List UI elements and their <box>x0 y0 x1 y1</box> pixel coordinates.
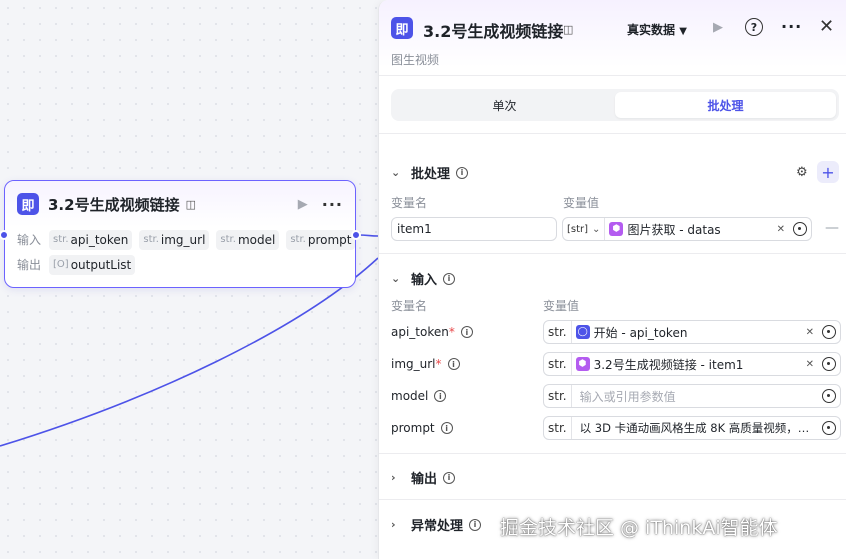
batch-item-value-field[interactable]: [str] ⌄ ⬢ 图片获取 - datas ✕ <box>562 217 812 241</box>
tab-single[interactable]: 单次 <box>394 92 615 118</box>
info-icon: i <box>443 272 456 285</box>
col-value-label: 变量值 <box>543 299 580 313</box>
run-icon[interactable]: ▶ <box>298 197 308 212</box>
img-url-field[interactable]: str. ⬢ 3.2号生成视频链接 - item1 ✕ <box>543 352 841 376</box>
start-node-icon: ◯ <box>575 325 590 339</box>
batch-section-header[interactable]: ⌄ 批处理 i <box>391 163 469 182</box>
divider <box>379 133 846 134</box>
node-header: 即 3.2号生成视频链接 ◫ ▶ ··· <box>5 181 355 227</box>
divider <box>379 499 846 500</box>
close-icon[interactable]: ✕ <box>819 16 834 37</box>
info-icon: i <box>443 471 456 484</box>
model-input-placeholder[interactable]: 输入或引用参数值 <box>580 388 822 405</box>
chevron-down-icon: ⌄ <box>391 272 401 285</box>
prompt-value[interactable]: 以 3D 卡通动画风格生成 8K 高质量视频，… <box>580 420 822 436</box>
info-icon: i <box>447 358 460 370</box>
reference-target-icon[interactable] <box>793 222 807 236</box>
help-icon[interactable]: ? <box>745 18 763 36</box>
param-label-model: model i <box>391 389 447 403</box>
panel-header: 即 3.2号生成视频链接 ◫ 真实数据 ▼ ▶ ? ··· ✕ 图生视频 <box>379 0 846 76</box>
divider <box>379 253 846 254</box>
node-config-panel: 即 3.2号生成视频链接 ◫ 真实数据 ▼ ▶ ? ··· ✕ 图生视频 单次 … <box>378 0 846 559</box>
info-icon: i <box>469 518 482 531</box>
run-icon[interactable]: ▶ <box>713 20 723 35</box>
divider <box>379 453 846 454</box>
output-tag: [O] outputList <box>49 254 136 275</box>
input-label: 输入 <box>17 233 42 247</box>
more-icon[interactable]: ··· <box>322 195 343 214</box>
mode-tabs: 单次 批处理 <box>391 89 839 121</box>
info-icon: i <box>440 422 453 434</box>
col-name-label: 变量名 <box>391 196 428 210</box>
param-label-prompt: prompt i <box>391 421 453 435</box>
tab-batch[interactable]: 批处理 <box>615 92 836 118</box>
chevron-right-icon: › <box>391 471 396 484</box>
info-icon: i <box>456 166 469 179</box>
reference-chip: ⬢ 3.2号生成视频链接 - item1 <box>575 355 806 373</box>
data-mode-select[interactable]: 真实数据 ▼ <box>627 21 687 38</box>
output-label: 输出 <box>17 258 42 272</box>
caret-down-icon: ▼ <box>679 26 687 37</box>
param-label-img-url: img_url * i <box>391 357 460 371</box>
reference-target-icon[interactable] <box>822 389 836 403</box>
watermark: 掘金技术社区 @ iThinkAi智能体 <box>500 517 778 539</box>
reference-target-icon[interactable] <box>822 325 836 339</box>
app-node-icon: 即 <box>17 193 39 215</box>
chevron-right-icon: › <box>391 518 396 531</box>
more-icon[interactable]: ··· <box>781 17 802 36</box>
batch-item-name-input[interactable]: item1 <box>391 217 557 241</box>
node-input-row: 输入 str. api_token str. img_url str. model s… <box>5 227 356 252</box>
chevron-down-icon[interactable]: ⌄ <box>592 224 600 235</box>
output-section-header[interactable]: › 输出 i <box>391 468 456 487</box>
clear-icon[interactable]: ✕ <box>806 327 814 338</box>
node-title: 3.2号生成视频链接 <box>48 195 180 214</box>
chevron-down-icon: ⌄ <box>391 166 401 179</box>
col-name-label: 变量名 <box>391 299 428 313</box>
add-batch-item-button[interactable]: + <box>817 161 839 183</box>
col-value-label: 变量值 <box>563 196 600 210</box>
node-output-row: 输出 [O] outputList <box>5 252 355 277</box>
layout-icon: ◫ <box>185 197 196 211</box>
reference-chip: ◯ 开始 - api_token <box>575 325 688 340</box>
reference-target-icon[interactable] <box>822 357 836 371</box>
layout-icon: ◫ <box>563 23 574 36</box>
workflow-node[interactable]: 即 3.2号生成视频链接 ◫ ▶ ··· 输入 str. api_token st… <box>0 180 361 288</box>
exception-section-header[interactable]: › 异常处理 i <box>391 515 482 534</box>
info-icon: i <box>434 390 447 402</box>
input-tag: str. model <box>216 229 280 250</box>
param-label-api-token: api_token * i <box>391 325 473 339</box>
panel-title: 3.2号生成视频链接 <box>423 22 564 41</box>
clear-icon[interactable]: ✕ <box>806 359 814 370</box>
reference-chip: ⬢ 图片获取 - datas <box>609 220 776 238</box>
model-field[interactable]: str. 输入或引用参数值 <box>543 384 841 408</box>
input-tag: str. img_url <box>139 229 210 250</box>
api-token-field[interactable]: str. ◯ 开始 - api_token ✕ <box>543 320 841 344</box>
panel-subtitle: 图生视频 <box>391 53 440 67</box>
inputs-section-header[interactable]: ⌄ 输入 i <box>391 269 456 288</box>
edge-output <box>357 234 379 237</box>
input-tag: str. prompt <box>286 229 356 250</box>
prompt-field[interactable]: str. 以 3D 卡通动画风格生成 8K 高质量视频，… <box>543 416 841 440</box>
app-node-icon: 即 <box>391 17 413 39</box>
reference-target-icon[interactable] <box>822 421 836 435</box>
remove-item-icon[interactable]: — <box>825 220 839 236</box>
output-port[interactable] <box>351 230 361 240</box>
input-tag: str. api_token <box>49 229 133 250</box>
clear-icon[interactable]: ✕ <box>777 224 785 235</box>
cube-icon: ⬢ <box>575 357 590 371</box>
info-icon: i <box>460 326 473 338</box>
gear-icon[interactable]: ⚙ <box>796 165 808 180</box>
cube-icon: ⬢ <box>609 222 624 236</box>
